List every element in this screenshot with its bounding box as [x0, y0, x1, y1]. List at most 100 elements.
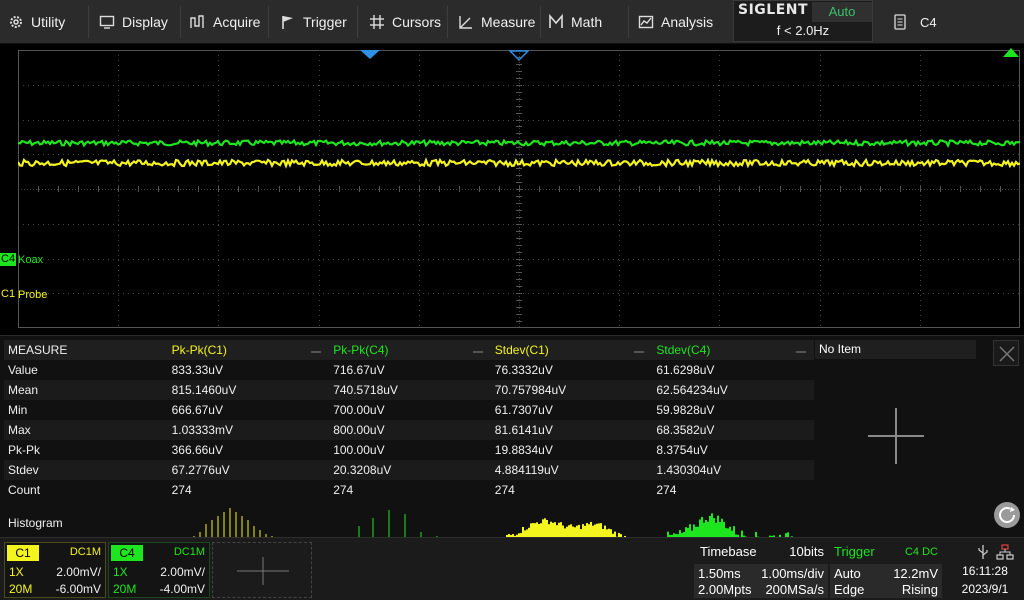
menu-trigger-label: Trigger — [303, 14, 347, 30]
measure-rows: Value 833.33uV 716.67uV 76.3332uV 61.6298uV M… — [4, 360, 814, 500]
reset-statistics-button[interactable] — [994, 502, 1020, 528]
collapse-icon[interactable] — [472, 351, 483, 353]
c4-waveform-trace — [18, 138, 1020, 149]
active-channel-area[interactable]: C4 — [880, 0, 1024, 44]
measure-value: 76.3332uV — [494, 363, 553, 377]
trigger-level-marker-icon[interactable] — [1003, 48, 1019, 58]
c4-offset-marker[interactable]: C4 — [0, 253, 17, 266]
menu-display-label: Display — [122, 14, 168, 30]
clock-date: 2023/9/1 — [961, 582, 1009, 596]
measure-value: 1.430304uV — [656, 463, 722, 477]
collapse-icon[interactable] — [795, 351, 806, 353]
flag-icon — [282, 16, 293, 29]
c1-offset-marker[interactable]: C1 — [0, 288, 17, 301]
add-measure-plus-icon[interactable] — [866, 406, 926, 466]
measure-col-pkpk-c1[interactable]: Pk-Pk(C1) — [168, 343, 330, 357]
menu-measure[interactable]: Measure — [458, 0, 535, 44]
math-icon — [549, 14, 563, 28]
measure-row: Mean 815.1460uV 740.5718uV 70.757984uV 62.56… — [4, 380, 814, 400]
measure-col-stdev-c4[interactable]: Stdev(C4) — [652, 343, 814, 357]
refresh-icon — [999, 507, 1015, 523]
measure-title: MEASURE — [8, 343, 68, 357]
trigger-mode-badge: Auto — [812, 2, 872, 22]
measure-col-pkpk-c4[interactable]: Pk-Pk(C4) — [329, 343, 491, 357]
measure-value: 1.03333mV — [171, 423, 233, 437]
menu-cursors[interactable]: Cursors — [369, 0, 441, 44]
channel-c1-box[interactable]: C1 DC1M 1X 2.00mV/ 20M -6.00mV — [4, 542, 106, 598]
measure-value: 666.67uV — [171, 403, 223, 417]
cursors-icon — [370, 15, 384, 29]
collapse-icon[interactable] — [634, 351, 645, 353]
siglent-logo: SIGLENT — [738, 2, 809, 18]
gear-icon — [10, 16, 22, 28]
c4-probe: 1X — [113, 565, 128, 579]
c1-bandwidth: 20M — [9, 582, 33, 596]
menu-bar: Utility Display Acquire Trigger Cursors … — [0, 0, 1024, 44]
trigger-box[interactable]: Trigger C4 DC Auto 12.2mV Edge Rising — [830, 542, 942, 598]
measure-value: 274 — [171, 483, 192, 497]
measure-value: 62.564234uV — [656, 383, 728, 397]
menu-utility[interactable]: Utility — [8, 0, 65, 44]
measure-row: Min 666.67uV 700.00uV 61.7307uV 59.9828uV — [4, 400, 814, 420]
measure-stat-label: Pk-Pk — [8, 443, 41, 457]
menu-analysis[interactable]: Analysis — [638, 0, 713, 44]
measure-stat-label: Max — [8, 423, 31, 437]
trigger-type: Edge — [834, 582, 865, 597]
c1-offset: -6.00mV — [55, 582, 101, 596]
trigger-label: Trigger — [834, 544, 875, 559]
measure-panel: MEASURE Pk-Pk(C1) Pk-Pk(C4) Stdev(C1) St… — [0, 335, 1024, 542]
measure-row: Value 833.33uV 716.67uV 76.3332uV 61.6298uV — [4, 360, 814, 380]
waveform-display[interactable] — [18, 50, 1020, 328]
measure-stat-label: Min — [8, 403, 28, 417]
monitor-icon — [99, 15, 115, 29]
add-channel-button[interactable] — [212, 542, 312, 598]
measure-value: 59.9828uV — [656, 403, 715, 417]
measure-value: 833.33uV — [171, 363, 223, 377]
time-per-div: 1.00ms/div — [761, 566, 824, 581]
measure-value: 67.2776uV — [171, 463, 230, 477]
menu-display[interactable]: Display — [99, 0, 168, 44]
measure-value: 19.8834uV — [494, 443, 553, 457]
collapse-icon[interactable] — [311, 351, 322, 353]
c1-badge: C1 — [7, 545, 39, 561]
waveform-grid — [18, 50, 1020, 328]
timebase-box[interactable]: Timebase 10bits 1.50ms 1.00ms/div 2.00Mp… — [694, 542, 828, 598]
clock-box: 16:11:28 2023/9/1 — [946, 542, 1024, 598]
measure-value: 274 — [333, 483, 354, 497]
close-measure-button[interactable] — [993, 340, 1019, 366]
timebase-label: Timebase — [700, 544, 757, 559]
trigger-delay-marker-icon[interactable] — [360, 50, 380, 60]
measure-value: 68.3582uV — [656, 423, 715, 437]
measure-value: 8.3754uV — [656, 443, 708, 457]
measure-col-label: Stdev(C4) — [656, 343, 711, 357]
menu-acquire[interactable]: Acquire — [190, 0, 260, 44]
brand-status-box[interactable]: SIGLENT Auto f < 2.0Hz — [733, 0, 873, 42]
measure-value: 4.884119uV — [494, 463, 559, 477]
clock-time: 16:11:28 — [962, 564, 1008, 578]
measure-row: Pk-Pk 366.66uV 100.00uV 19.8834uV 8.3754uV — [4, 440, 814, 460]
adc-bits: 10bits — [789, 544, 824, 559]
menu-math[interactable]: Math — [548, 0, 602, 44]
measure-header-row: MEASURE Pk-Pk(C1) Pk-Pk(C4) Stdev(C1) St… — [4, 340, 814, 360]
measure-col-label: Pk-Pk(C1) — [171, 343, 227, 357]
measure-value: 81.6141uV — [494, 423, 553, 437]
center-time-marker-icon — [509, 50, 529, 62]
add-channel-plus-icon — [237, 557, 289, 585]
memory-depth: 2.00Mpts — [698, 582, 752, 597]
measure-slot-empty[interactable]: No Item — [815, 340, 976, 359]
measure-value: 70.757984uV — [494, 383, 567, 397]
c4-badge: C4 — [111, 545, 143, 561]
measure-row: Count 274 274 274 274 — [4, 480, 814, 500]
measure-col-stdev-c1[interactable]: Stdev(C1) — [491, 343, 653, 357]
measure-row: Max 1.03333mV 800.00uV 81.6141uV 68.3582uV — [4, 420, 814, 440]
measure-value: 100.00uV — [333, 443, 385, 457]
measure-stat-label: Count — [8, 483, 41, 497]
measure-value: 800.00uV — [333, 423, 385, 437]
channel-c4-box[interactable]: C4 DC1M 1X 2.00mV/ 20M -4.00mV — [108, 542, 210, 598]
measure-value: 274 — [656, 483, 677, 497]
network-icon — [996, 544, 1014, 560]
menu-trigger[interactable]: Trigger — [280, 0, 347, 44]
c1-waveform-trace — [18, 157, 1020, 169]
measure-stat-label: Value — [8, 363, 38, 377]
c4-offset: -4.00mV — [159, 582, 205, 596]
